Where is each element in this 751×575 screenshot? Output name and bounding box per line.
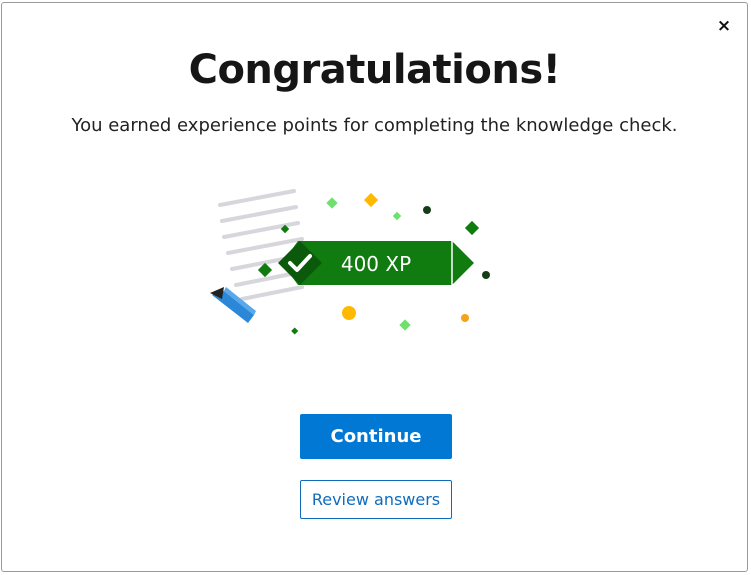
congratulations-dialog: × Congratulations! You earned experience… xyxy=(1,2,748,572)
review-answers-button[interactable]: Review answers xyxy=(300,480,452,519)
continue-button[interactable]: Continue xyxy=(300,414,452,459)
xp-badge-illustration: 400 XP xyxy=(210,189,490,335)
dialog-title: Congratulations! xyxy=(188,47,561,93)
pencil-icon xyxy=(210,287,256,323)
close-icon[interactable]: × xyxy=(713,15,735,37)
xp-badge-label: 400 XP xyxy=(341,252,411,276)
document-lines-icon xyxy=(218,189,308,301)
dialog-subtitle: You earned experience points for complet… xyxy=(71,115,678,136)
xp-badge: 400 XP xyxy=(278,241,474,285)
